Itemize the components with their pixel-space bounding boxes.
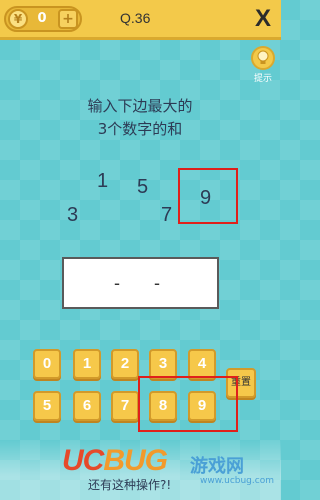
key-3[interactable]: 3 xyxy=(149,349,177,379)
puzzle-number: 3 xyxy=(67,204,79,226)
puzzle-number: 7 xyxy=(161,204,173,226)
coin-icon: ¥ xyxy=(8,9,28,29)
watermark-logo: UCBUG xyxy=(62,444,168,477)
key-4[interactable]: 4 xyxy=(188,349,216,379)
coin-counter: ¥ 0 + xyxy=(4,6,82,32)
hint-button[interactable]: 提示 xyxy=(248,46,278,86)
level-label: Q.36 xyxy=(120,10,151,26)
highlight-box xyxy=(138,376,238,432)
question-text: 输入下边最大的 3个数字的和 xyxy=(40,95,240,141)
highlight-box xyxy=(178,168,238,224)
key-7[interactable]: 7 xyxy=(111,391,139,421)
puzzle-number: 1 xyxy=(97,170,109,192)
watermark-site-name: 游戏网 xyxy=(190,456,244,477)
answer-slot-1: - xyxy=(114,273,120,293)
question-line-1: 输入下边最大的 xyxy=(87,97,193,115)
add-coins-button[interactable]: + xyxy=(58,9,78,29)
coin-count: 0 xyxy=(37,11,47,26)
footer-text: 还有这种操作?! xyxy=(88,478,172,492)
puzzle-number: 5 xyxy=(137,176,149,198)
watermark-url: www.ucbug.com xyxy=(200,476,274,486)
answer-slot-2: - xyxy=(154,273,160,293)
key-6[interactable]: 6 xyxy=(73,391,101,421)
top-bar: ¥ 0 + Q.36 X xyxy=(0,0,281,40)
key-5[interactable]: 5 xyxy=(33,391,61,421)
key-0[interactable]: 0 xyxy=(33,349,61,379)
answer-box: - - xyxy=(62,257,219,309)
close-button[interactable]: X xyxy=(255,5,271,33)
question-line-2: 3个数字的和 xyxy=(97,120,183,138)
hint-label: 提示 xyxy=(253,74,272,84)
key-1[interactable]: 1 xyxy=(73,349,101,379)
lightbulb-icon xyxy=(251,46,275,70)
key-2[interactable]: 2 xyxy=(111,349,139,379)
